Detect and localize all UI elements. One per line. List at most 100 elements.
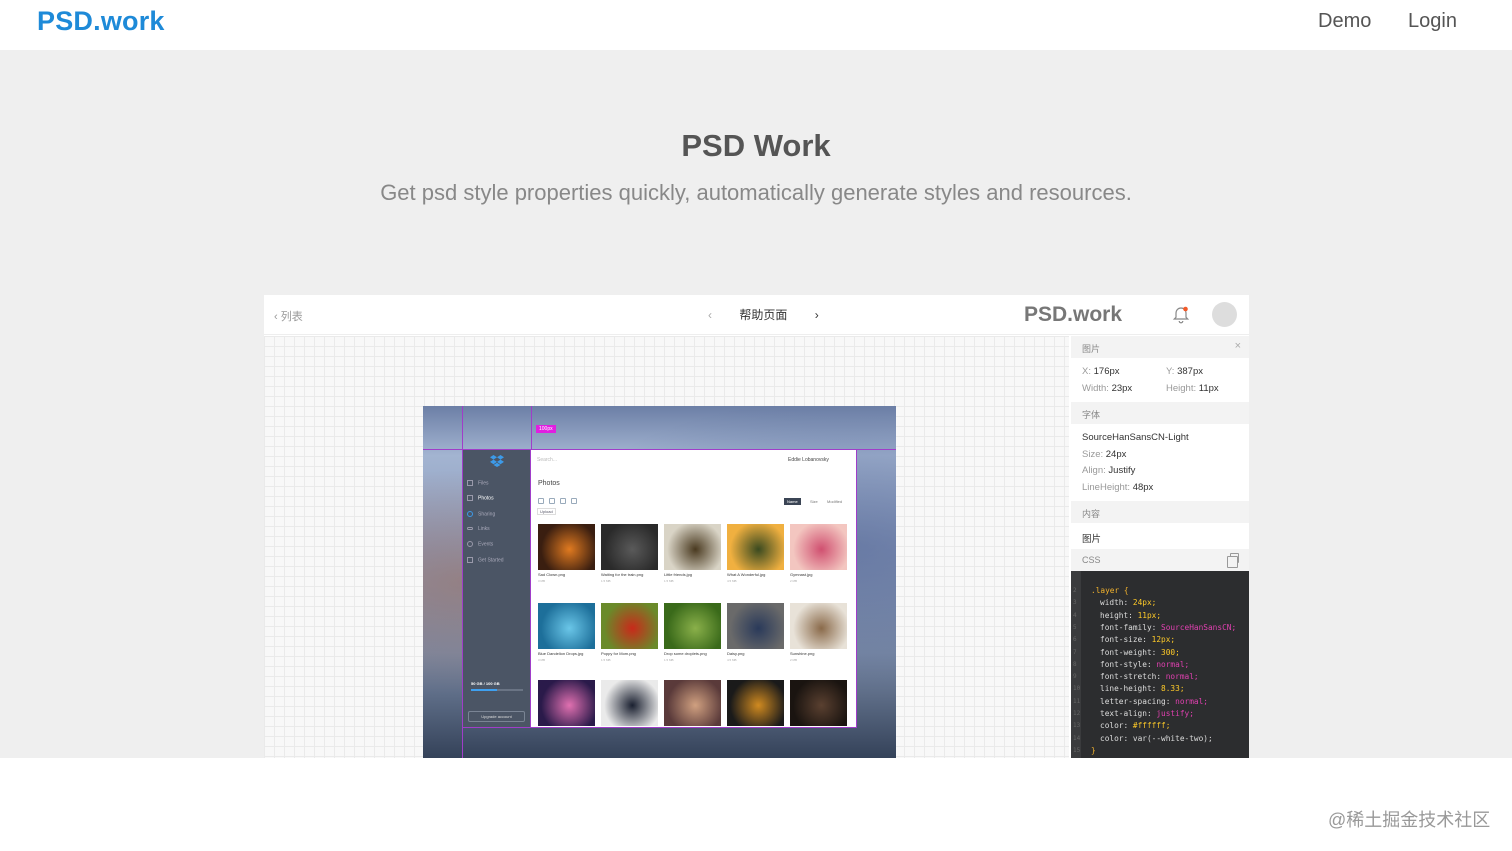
code-line: font-size: 12px; — [1100, 635, 1176, 645]
photo-thumbnail — [601, 680, 658, 726]
line-number: 2 — [1073, 587, 1077, 594]
mock-sidebar-item: Links — [467, 526, 490, 532]
line-height-value: LineHeight: 48px — [1082, 482, 1154, 493]
back-to-list-link[interactable]: ‹ 列表 — [274, 308, 303, 324]
mock-tool-icon — [538, 498, 544, 504]
photo-size: 3 MB — [538, 658, 546, 662]
line-number: 3 — [1073, 599, 1077, 607]
font-family-value: SourceHanSansCN-Light — [1082, 432, 1189, 443]
photo-name: What A Wonderful.jpg — [727, 572, 766, 577]
nav-login-link[interactable]: Login — [1408, 10, 1457, 33]
dropbox-logo-icon — [490, 455, 504, 467]
photo-size: 1.5 MB — [664, 579, 674, 583]
photo-name: Daisy.png — [727, 651, 745, 656]
code-line: font-family: SourceHanSansCN; — [1100, 622, 1237, 632]
line-number: 10 — [1073, 685, 1081, 693]
photo-size: 1.5 MB — [664, 658, 674, 662]
mock-sidebar-item: Photos — [467, 495, 494, 501]
code-line: } — [1091, 745, 1096, 755]
mock-tool-icon — [571, 498, 577, 504]
line-number: 11 — [1073, 697, 1081, 705]
guide-distance-badge: 100px — [536, 425, 556, 433]
line-number: 15 — [1073, 746, 1081, 754]
code-line: color: #ffffff; — [1100, 721, 1171, 731]
mock-user-name: Eddie Lobanovsky — [788, 457, 829, 463]
code-line: letter-spacing: normal; — [1100, 696, 1208, 706]
photo-name: Poppy for Mom.png — [601, 651, 636, 656]
line-number: 6 — [1073, 636, 1077, 644]
photo-name: Little friends.jpg — [664, 572, 693, 577]
photo-size: 3 MB — [538, 579, 546, 583]
code-line: font-stretch: normal; — [1100, 672, 1199, 682]
mock-sort-size: Size — [810, 499, 818, 504]
section-image-header: 图片 × — [1071, 336, 1249, 358]
code-line: width: 24px; — [1100, 598, 1157, 608]
mock-sort-modified: Modified — [827, 499, 843, 504]
copy-icon[interactable] — [1227, 553, 1239, 568]
photo-thumbnail — [601, 524, 658, 570]
mock-tool-icon — [549, 498, 555, 504]
y-value: Y: 387px — [1166, 366, 1203, 377]
photo-name: Sunshine.png — [790, 651, 815, 656]
section-css-header: CSS — [1071, 549, 1249, 571]
code-line: height: 11px; — [1100, 610, 1162, 620]
photo-thumbnail — [664, 603, 721, 649]
nav-demo-link[interactable]: Demo — [1318, 10, 1371, 33]
mock-sidebar-item: Files — [467, 480, 489, 486]
code-line: text-align: justify; — [1100, 709, 1194, 718]
photo-name: Sad Clown.png — [538, 572, 566, 577]
photo-size: 1.5 MB — [601, 658, 611, 662]
site-logo[interactable]: PSD.work — [37, 6, 165, 37]
section-font-header: 字体 — [1071, 402, 1249, 424]
mock-sidebar: Files Photos Sharing Links Events Get St… — [462, 449, 531, 728]
photo-size: 2 MB — [790, 579, 798, 583]
line-number: 4 — [1073, 611, 1077, 619]
viewer-logo: PSD.work — [1024, 303, 1123, 326]
photo-thumbnail — [538, 603, 595, 649]
line-number: 7 — [1073, 648, 1077, 656]
next-page-icon[interactable]: › — [805, 308, 819, 322]
line-number: 13 — [1073, 722, 1081, 730]
x-value: X: 176px — [1082, 366, 1120, 377]
code-line: color: var(--white-two); — [1100, 733, 1213, 743]
photo-thumbnail — [664, 680, 721, 726]
mock-upload-label: Upload — [537, 508, 556, 515]
prev-page-icon[interactable]: ‹ — [708, 308, 722, 322]
guide-line — [531, 406, 532, 450]
mock-sidebar-item: Sharing — [467, 511, 495, 517]
mock-sort-name: Name — [784, 498, 801, 505]
photo-name: Drop some droplets.png — [664, 651, 707, 656]
top-navbar: PSD.work Demo Login — [0, 0, 1512, 50]
storage-label: 50 GB / 100 GB — [471, 681, 500, 686]
css-code-block[interactable]: 2 .layer { 3 width: 24px; 4 height: 11px; 5 fon… — [1071, 571, 1249, 758]
photo-size: 4.5 MB — [727, 658, 737, 662]
align-value: Align: Justify — [1082, 465, 1136, 476]
close-icon[interactable]: × — [1235, 340, 1241, 352]
bell-icon[interactable] — [1172, 306, 1190, 324]
code-line: font-style: normal; — [1100, 659, 1190, 669]
properties-panel: 图片 × X: 176px Y: 387px Width: 23px Heigh… — [1071, 336, 1249, 758]
photo-thumbnail — [538, 680, 595, 726]
hero-title: PSD Work — [681, 128, 831, 163]
photo-name: Waiting for the train.png — [601, 572, 644, 577]
line-number: 12 — [1073, 710, 1081, 717]
line-number: 5 — [1073, 623, 1077, 631]
photo-thumbnail — [790, 680, 847, 726]
watermark: @稀土掘金技术社区 — [1328, 810, 1491, 830]
mock-sidebar-item: Events — [467, 541, 493, 547]
code-line: line-height: 8.33; — [1100, 684, 1185, 694]
avatar[interactable] — [1212, 302, 1237, 327]
height-value: Height: 11px — [1166, 383, 1219, 394]
section-content-header: 内容 — [1071, 501, 1249, 523]
design-preview[interactable]: 100px Files Photos Sharing Links Events … — [423, 406, 896, 758]
mock-app-main: Search... Eddie Lobanovsky Photos Upload… — [531, 449, 857, 728]
photo-name: Blue Dandelion Drops.jpg — [538, 651, 584, 656]
chevron-left-icon: ‹ — [274, 311, 278, 323]
design-canvas[interactable]: 100px Files Photos Sharing Links Events … — [264, 336, 1069, 758]
width-value: Width: 23px — [1082, 383, 1133, 394]
photo-size: 1.5 MB — [601, 579, 611, 583]
line-number: 14 — [1073, 734, 1081, 742]
code-line: .layer { — [1091, 586, 1129, 595]
photo-thumbnail — [664, 524, 721, 570]
page-switcher: ‹ 帮助页面 › — [708, 306, 819, 323]
